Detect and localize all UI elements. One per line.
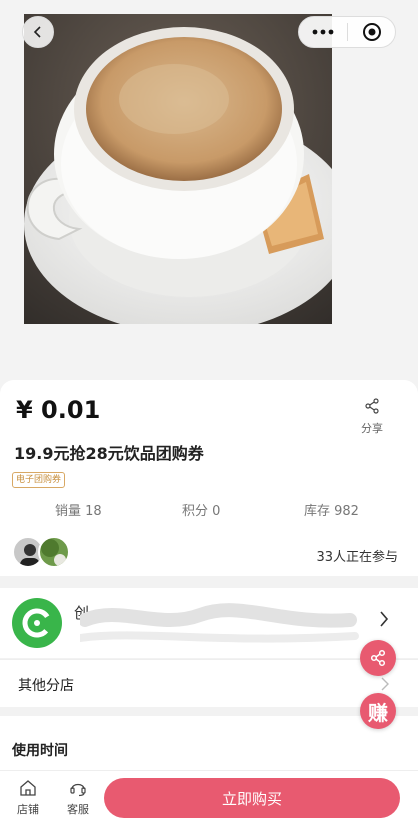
target-close-icon xyxy=(362,23,381,41)
close-miniprogram-button[interactable] xyxy=(348,17,395,47)
share-icon xyxy=(370,649,386,667)
product-title: 19.9元抢28元饮品团购券 xyxy=(14,444,204,463)
participants-row: 33人正在参与 xyxy=(0,536,418,572)
share-icon xyxy=(365,398,379,414)
more-dots-icon xyxy=(312,29,334,35)
product-image[interactable] xyxy=(24,14,332,324)
buy-now-button[interactable]: 立即购买 xyxy=(104,778,400,818)
participants-count: 33人正在参与 xyxy=(316,550,398,565)
service-label: 客服 xyxy=(67,803,89,816)
store-info-blurred xyxy=(80,603,359,643)
store-row[interactable]: 创 xyxy=(0,588,418,658)
store-logo-icon xyxy=(22,608,52,638)
product-info-card: ¥ 0.01 分享 19.9元抢28元饮品团购券 电子团购券 销量 18 积分 … xyxy=(0,380,418,576)
product-hero xyxy=(0,0,418,390)
earn-button[interactable]: 赚 xyxy=(360,693,396,729)
shop-label: 店铺 xyxy=(17,803,39,816)
product-price: ¥ 0.01 xyxy=(16,396,101,424)
floating-share-button[interactable] xyxy=(360,640,396,676)
shop-button[interactable]: 店铺 xyxy=(8,779,48,817)
stock-count: 库存 982 xyxy=(304,504,359,519)
chevron-right-icon xyxy=(380,611,389,627)
share-button[interactable]: 分享 xyxy=(356,398,388,436)
bottom-action-bar: 店铺 客服 立即购买 xyxy=(0,770,418,828)
customer-service-button[interactable]: 客服 xyxy=(58,779,98,817)
share-label: 分享 xyxy=(361,422,383,435)
back-button[interactable] xyxy=(22,16,54,48)
store-logo xyxy=(12,598,62,648)
usage-time-title: 使用时间 xyxy=(12,743,68,759)
other-branches-row[interactable]: 其他分店 xyxy=(0,659,418,707)
product-stats: 销量 18 积分 0 库存 982 xyxy=(0,500,418,522)
usage-time-section: 使用时间 xyxy=(0,716,418,776)
points-value: 积分 0 xyxy=(182,504,221,519)
other-branches-label: 其他分店 xyxy=(18,678,74,694)
sales-count: 销量 18 xyxy=(55,504,102,519)
home-icon xyxy=(20,780,36,796)
miniprogram-capsule xyxy=(298,16,396,48)
avatar xyxy=(38,536,70,568)
headset-icon xyxy=(70,783,86,797)
chevron-right-icon xyxy=(381,677,389,691)
chevron-left-icon xyxy=(33,26,41,38)
more-button[interactable] xyxy=(299,17,347,47)
product-tag: 电子团购券 xyxy=(12,472,66,488)
